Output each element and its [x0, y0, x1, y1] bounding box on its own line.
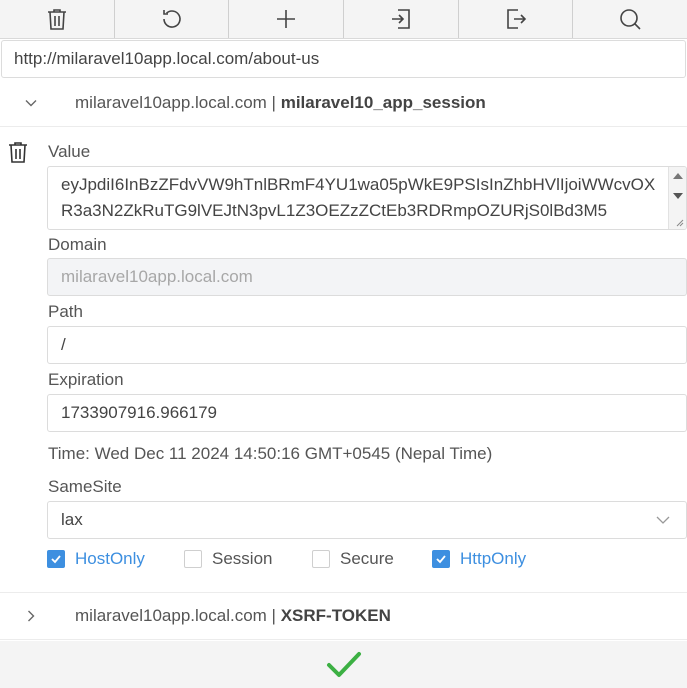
secure-checkbox[interactable]: Secure	[312, 549, 394, 569]
value-scrollbar[interactable]	[668, 167, 686, 229]
flags-row: HostOnly Session Secure HttpOnly	[47, 549, 687, 573]
export-icon	[506, 9, 526, 29]
add-cookie-button[interactable]	[229, 0, 345, 38]
chevron-down-icon	[656, 516, 670, 524]
url-input[interactable]: http://milaravel10app.local.com/about-us	[1, 40, 686, 78]
cookie-domain: milaravel10app.local.com	[75, 92, 267, 112]
delete-cookie-button[interactable]	[6, 140, 30, 164]
secure-label: Secure	[340, 549, 394, 568]
toolbar	[0, 0, 687, 39]
value-label: Value	[48, 142, 91, 161]
expiration-time-text: Time: Wed Dec 11 2024 14:50:16 GMT+0545 …	[48, 444, 493, 463]
trash-icon	[47, 9, 66, 30]
cookie-name: milaravel10_app_session	[280, 92, 486, 112]
value-textarea[interactable]: eyJpdiI6InBzZFdvVW9hTnlBRmF4YU1wa05pWkE9…	[47, 166, 687, 230]
refresh-icon	[162, 10, 181, 28]
delete-all-button[interactable]	[0, 0, 115, 38]
cookie-title: milaravel10app.local.com | XSRF-TOKEN	[75, 606, 391, 626]
cookie-detail-panel: Value eyJpdiI6InBzZFdvVW9hTnlBRmF4YU1wa0…	[0, 129, 687, 591]
cookie-separator: |	[266, 606, 281, 625]
checkbox-checked-icon[interactable]	[47, 550, 65, 568]
checkbox-unchecked-icon[interactable]	[184, 550, 202, 568]
save-button[interactable]	[0, 641, 687, 688]
cookie-header-session[interactable]: milaravel10app.local.com | milaravel10_a…	[0, 79, 687, 127]
search-icon	[620, 9, 641, 30]
path-label: Path	[48, 302, 83, 321]
chevron-right-icon[interactable]	[0, 592, 62, 640]
hostonly-checkbox[interactable]: HostOnly	[47, 549, 145, 569]
path-field[interactable]: /	[47, 326, 687, 364]
domain-label: Domain	[48, 235, 107, 254]
samesite-value: lax	[61, 510, 83, 529]
refresh-button[interactable]	[115, 0, 230, 38]
checkbox-unchecked-icon[interactable]	[312, 550, 330, 568]
import-icon	[391, 9, 410, 29]
scroll-up-icon[interactable]	[673, 173, 683, 179]
trash-icon	[9, 142, 27, 163]
value-text: eyJpdiI6InBzZFdvVW9hTnlBRmF4YU1wa05pWkE9…	[61, 175, 656, 220]
export-button[interactable]	[459, 0, 574, 38]
import-button[interactable]	[344, 0, 459, 38]
expiration-field[interactable]: 1733907916.966179	[47, 394, 687, 432]
cookie-domain: milaravel10app.local.com	[75, 606, 267, 625]
session-checkbox[interactable]: Session	[184, 549, 272, 569]
scroll-down-icon[interactable]	[673, 193, 683, 199]
checkbox-checked-icon[interactable]	[432, 550, 450, 568]
cookie-name: XSRF-TOKEN	[280, 606, 391, 625]
resize-grip-icon[interactable]	[674, 217, 684, 227]
samesite-label: SameSite	[48, 477, 122, 496]
hostonly-label: HostOnly	[75, 549, 145, 568]
expiration-label: Expiration	[48, 370, 124, 389]
domain-field: milaravel10app.local.com	[47, 258, 687, 296]
samesite-select[interactable]: lax	[47, 501, 687, 539]
check-icon	[326, 651, 361, 677]
cookie-header-xsrf[interactable]: milaravel10app.local.com | XSRF-TOKEN	[0, 592, 687, 640]
cookie-separator: |	[266, 92, 281, 112]
search-button[interactable]	[573, 0, 687, 38]
plus-icon	[277, 10, 296, 28]
chevron-down-icon[interactable]	[0, 79, 62, 127]
httponly-label: HttpOnly	[460, 549, 527, 568]
httponly-checkbox[interactable]: HttpOnly	[432, 549, 526, 569]
cookie-title: milaravel10app.local.com | milaravel10_a…	[75, 93, 486, 113]
session-label: Session	[212, 549, 273, 568]
